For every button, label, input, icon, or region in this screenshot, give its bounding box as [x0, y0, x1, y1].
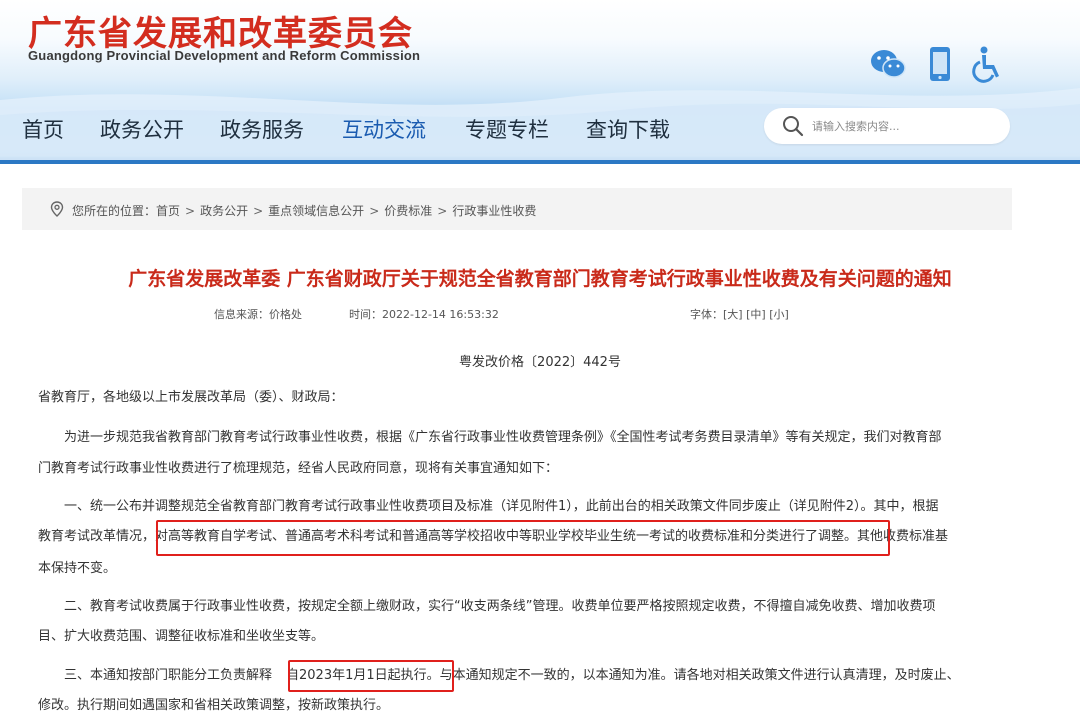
breadcrumb-item-home[interactable]: 首页 — [156, 204, 180, 218]
article-time: 时间：2022-12-14 16:53:32 — [349, 308, 499, 321]
nav-item-home[interactable]: 首页 — [22, 114, 64, 144]
paragraph-4-line-2: 修改。执行期间如遇国家和省相关政策调整，按新政策执行。 — [38, 698, 390, 713]
accessibility-icon[interactable] — [968, 44, 1008, 84]
location-pin-icon — [50, 201, 64, 217]
paragraph-2-line-3: 本保持不变。 — [38, 561, 117, 576]
paragraph-1-line-2: 门教育考试行政事业性收费进行了梳理规范，经省人民政府同意，现将有关事宜通知如下： — [38, 461, 559, 476]
salutation: 省教育厅，各地级以上市发展改革局（委）、财政局： — [38, 390, 344, 405]
paragraph-2-line-2: 教育考试改革情况，对高等教育自学考试、普通高考术科考试和普通高等学校招收中等职业… — [38, 521, 998, 553]
font-size-label: 字体： — [690, 308, 723, 321]
article-title: 广东省发展改革委 广东省财政厅关于规范全省教育部门教育考试行政事业性收费及有关问… — [128, 268, 952, 290]
paragraph-1-line-1: 为进一步规范我省教育部门教育考试行政事业性收费，根据《广东省行政事业性收费管理条… — [64, 430, 942, 445]
search-box — [764, 108, 1010, 144]
document-number: 粤发改价格〔2022〕442号 — [459, 355, 621, 370]
font-size-small-button[interactable]: [小] — [769, 308, 789, 321]
breadcrumb-separator: > — [185, 204, 196, 218]
paragraph-3-line-2: 目、扩大收费范围、调整征收标准和坐收坐支等。 — [38, 629, 325, 644]
font-size-large-button[interactable]: [大] — [723, 308, 743, 321]
paragraph-2-line-1: 一、统一公布并调整规范全省教育部门教育考试行政事业性收费项目及标准（详见附件1）… — [64, 499, 939, 514]
paragraph-2-text: 教育考试改革情况， — [38, 529, 156, 544]
highlighted-effective-date: 自2023年1月1日起执行。 — [286, 668, 440, 683]
site-header: 广东省发展和改革委员会 Guangdong Provincial Develop… — [0, 0, 1080, 164]
nav-item-downloads[interactable]: 查询下载 — [586, 114, 670, 144]
highlighted-adjustment-text: 对高等教育自学考试、普通高考术科考试和普通高等学校招收中等职业学校毕业生统一考试… — [155, 529, 845, 544]
breadcrumb-separator: > — [437, 204, 448, 218]
search-input[interactable] — [812, 116, 992, 136]
breadcrumb-prefix: 您所在的位置： — [72, 204, 157, 218]
nav-item-gov-services[interactable]: 政务服务 — [220, 114, 304, 144]
breadcrumb-item-price-standards[interactable]: 价费标准 — [384, 204, 432, 218]
breadcrumb: 您所在的位置：首页 > 政务公开 > 重点领域信息公开 > 价费标准 > 行政事业性收费 — [22, 188, 1012, 230]
breadcrumb-separator: > — [369, 204, 380, 218]
article-source: 信息来源：价格处 — [214, 308, 302, 321]
main-nav: 首页 政务公开 政务服务 互动交流 专题专栏 查询下载 — [0, 108, 1080, 152]
paragraph-4-text: 三、本通知按部门职能分工负责解释 — [64, 668, 273, 683]
paragraph-4-line-1: 三、本通知按部门职能分工负责解释 自2023年1月1日起执行。与本通知规定不一致的… — [38, 660, 998, 692]
paragraph-2-text: 。其他收费标准基 — [844, 529, 949, 544]
header-tools — [868, 44, 1008, 84]
nav-item-interaction[interactable]: 互动交流 — [342, 114, 426, 144]
font-size-switcher: 字体：[大] [中] [小] — [690, 306, 789, 322]
breadcrumb-item-gov-affairs[interactable]: 政务公开 — [200, 204, 248, 218]
paragraph-3-line-1: 二、教育考试收费属于行政事业性收费，按规定全额上缴财政，实行“收支两条线”管理。… — [64, 599, 936, 614]
nav-item-special-topics[interactable]: 专题专栏 — [465, 114, 549, 144]
site-logo-english: Guangdong Provincial Development and Ref… — [28, 48, 421, 63]
font-size-medium-button[interactable]: [中] — [746, 308, 766, 321]
mobile-icon[interactable] — [920, 44, 960, 84]
wechat-icon[interactable] — [868, 44, 908, 84]
search-icon[interactable] — [782, 115, 804, 137]
breadcrumb-separator: > — [253, 204, 264, 218]
paragraph-4-text: 与本通知规定不一致的，以本通知为准。请各地对相关政策文件进行认真清理，及时废止、 — [439, 668, 960, 683]
breadcrumb-item-key-info[interactable]: 重点领域信息公开 — [268, 204, 364, 218]
nav-item-gov-affairs[interactable]: 政务公开 — [100, 114, 184, 144]
breadcrumb-item-admin-fees[interactable]: 行政事业性收费 — [452, 204, 536, 218]
